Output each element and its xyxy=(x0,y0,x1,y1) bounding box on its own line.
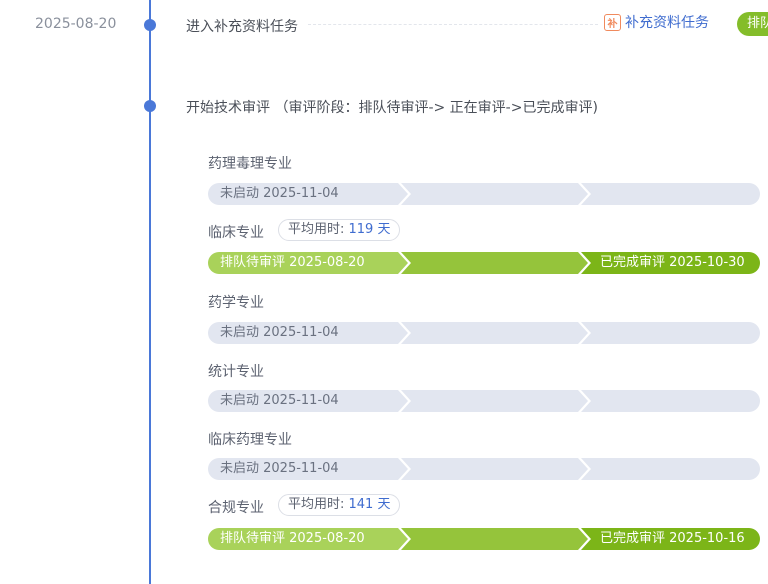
stage-queue-label: 排队待审评 2025-08-20 xyxy=(220,531,365,546)
review-progress-bar: 未启动 2025-11-04 xyxy=(208,458,760,480)
stage-review-segment xyxy=(401,528,588,550)
review-progress-bar: 未启动 2025-11-04 xyxy=(208,322,760,344)
stage-queue-label: 未启动 2025-11-04 xyxy=(220,393,339,408)
timeline-line xyxy=(149,0,151,584)
event-title: 进入补充资料任务 xyxy=(186,19,298,35)
timeline-dot xyxy=(144,19,156,31)
review-progress-bar: 未启动 2025-11-04 xyxy=(208,183,760,205)
stage-done-label: 已完成审评 2025-10-16 xyxy=(600,531,745,546)
specialty-name: 药学专业 xyxy=(208,295,264,311)
stage-review-segment xyxy=(401,390,588,412)
stage-done-segment xyxy=(581,183,760,205)
stage-review-segment xyxy=(401,252,588,274)
specialty-name: 合规专业 xyxy=(208,500,264,516)
specialty-name: 药理毒理专业 xyxy=(208,156,292,172)
stage-done-segment xyxy=(581,458,760,480)
event-title: 开始技术审评 （审评阶段：排队待审评-> 正在审评->已完成审评) xyxy=(186,100,598,116)
average-time-badge: 平均用时: 141 天 xyxy=(278,494,401,516)
stage-done-segment xyxy=(581,322,760,344)
stage-review-segment xyxy=(401,183,588,205)
stage-queue-label: 未启动 2025-11-04 xyxy=(220,186,339,201)
specialty-name: 临床专业 xyxy=(208,225,264,241)
status-badge: 排队 xyxy=(737,12,768,36)
stage-queue-label: 排队待审评 2025-08-20 xyxy=(220,255,365,270)
specialty-name: 临床药理专业 xyxy=(208,432,292,448)
stage-done-label: 已完成审评 2025-10-30 xyxy=(600,255,745,270)
divider xyxy=(308,24,598,25)
average-time-value: 119 天 xyxy=(348,222,391,237)
average-time-label: 平均用时: xyxy=(288,222,349,237)
timeline-dot xyxy=(144,100,156,112)
event-date: 2025-08-20 xyxy=(35,16,117,32)
stage-review-segment xyxy=(401,458,588,480)
stage-review-segment xyxy=(401,322,588,344)
stage-queue-label: 未启动 2025-11-04 xyxy=(220,461,339,476)
average-time-badge: 平均用时: 119 天 xyxy=(278,219,401,241)
review-progress-bar: 排队待审评 2025-08-20 已完成审评 2025-10-16 xyxy=(208,528,760,550)
review-progress-bar: 排队待审评 2025-08-20 已完成审评 2025-10-30 xyxy=(208,252,760,274)
average-time-value: 141 天 xyxy=(348,497,391,512)
stage-done-segment xyxy=(581,390,760,412)
stage-queue-label: 未启动 2025-11-04 xyxy=(220,325,339,340)
supplement-task-label: 补充资料任务 xyxy=(625,15,709,31)
review-progress-bar: 未启动 2025-11-04 xyxy=(208,390,760,412)
specialty-name: 统计专业 xyxy=(208,364,264,380)
average-time-label: 平均用时: xyxy=(288,497,349,512)
supplement-task-link[interactable]: 补 补充资料任务 xyxy=(604,12,709,32)
supplement-task-icon: 补 xyxy=(604,13,621,31)
